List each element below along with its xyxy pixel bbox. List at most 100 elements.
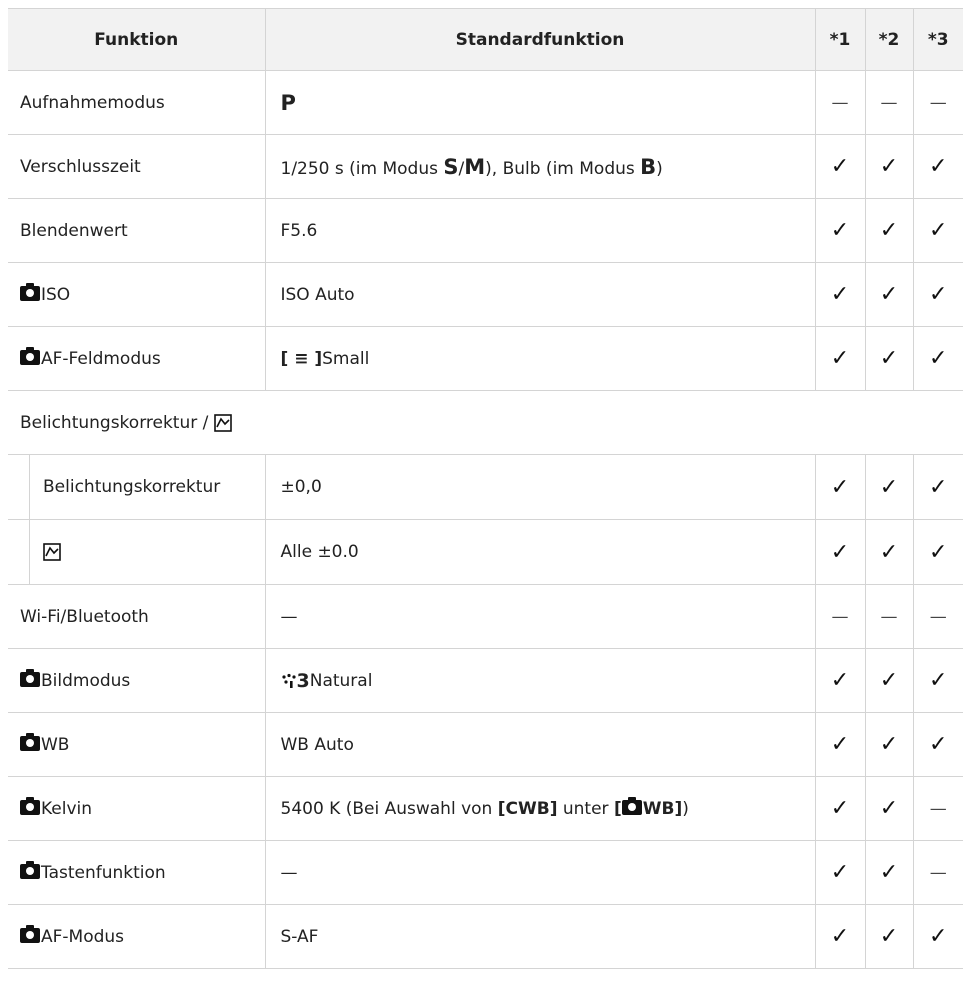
check-mark: ✓ xyxy=(814,519,865,585)
check-mark: ✓ xyxy=(912,198,963,263)
check-mark: ✓ xyxy=(912,134,963,199)
dash-mark: — xyxy=(912,70,963,135)
header-col2: *2 xyxy=(864,8,913,71)
camera-icon xyxy=(20,732,40,751)
table-row: Bildmodus 3Natural ✓ ✓ ✓ xyxy=(8,648,963,713)
row-value: S-AF xyxy=(264,904,815,969)
section-row: Belichtungskorrektur / xyxy=(8,390,963,455)
check-mark: ✓ xyxy=(864,134,913,199)
table-row: Belichtungskorrektur ±0,0 ✓ ✓ ✓ xyxy=(8,454,963,520)
row-label: Verschlusszeit xyxy=(8,134,265,199)
dash-mark: — xyxy=(912,584,963,649)
check-mark: ✓ xyxy=(912,519,963,585)
row-value: — xyxy=(264,584,815,649)
check-mark: ✓ xyxy=(912,712,963,777)
table-row: AF-Modus S-AF ✓ ✓ ✓ xyxy=(8,904,963,969)
section-label-cell: Belichtungskorrektur / xyxy=(8,390,963,455)
dash-mark: — xyxy=(864,584,913,649)
row-label: Kelvin xyxy=(41,798,93,819)
table-row: Kelvin 5400 K (Bei Auswahl von [CWB] unt… xyxy=(8,776,963,841)
table-row: Aufnahmemodus P — — — xyxy=(8,70,963,135)
value-text: 5400 K (Bei Auswahl von xyxy=(280,798,498,819)
row-label-cell: Kelvin xyxy=(8,776,265,841)
mode-s: S xyxy=(443,154,459,179)
row-value: Alle ±0.0 xyxy=(264,519,815,585)
row-label-cell: ISO xyxy=(8,262,265,327)
row-label: Blendenwert xyxy=(8,198,265,263)
dash-mark: — xyxy=(814,584,865,649)
check-mark: ✓ xyxy=(864,712,913,777)
table-header: Funktion Standardfunktion *1 *2 *3 xyxy=(8,8,963,71)
value-text: 1/250 s (im Modus xyxy=(280,158,444,179)
row-value: ISO Auto xyxy=(264,262,815,327)
camera-icon xyxy=(20,346,40,365)
row-label: Wi-Fi/Bluetooth xyxy=(8,584,265,649)
table-row: Wi-Fi/Bluetooth — — — — xyxy=(8,584,963,649)
check-mark: ✓ xyxy=(864,262,913,327)
camera-icon xyxy=(20,668,40,687)
camera-icon xyxy=(20,796,40,815)
camera-icon xyxy=(20,924,40,943)
check-mark: ✓ xyxy=(864,648,913,713)
table-row: Verschlusszeit 1/250 s (im Modus S/M), B… xyxy=(8,134,963,199)
mode-b: B xyxy=(640,154,657,179)
header-funktion: Funktion xyxy=(8,8,265,71)
row-value: WB Auto xyxy=(264,712,815,777)
value-text: Small xyxy=(322,348,370,369)
check-mark: ✓ xyxy=(814,712,865,777)
row-label: Aufnahmemodus xyxy=(8,70,265,135)
camera-icon xyxy=(20,282,40,301)
row-label: AF-Modus xyxy=(41,926,125,947)
picture-mode-number: 3 xyxy=(296,669,310,692)
check-mark: ✓ xyxy=(912,454,963,520)
row-label-cell: WB xyxy=(8,712,265,777)
check-mark: ✓ xyxy=(814,198,865,263)
section-label: Belichtungskorrektur / xyxy=(20,412,214,433)
row-label-cell: AF-Modus xyxy=(8,904,265,969)
camera-icon xyxy=(20,860,40,879)
check-mark: ✓ xyxy=(814,648,865,713)
check-mark: ✓ xyxy=(912,326,963,391)
check-mark: ✓ xyxy=(814,776,865,841)
value-text: ), Bulb (im Modus xyxy=(485,158,641,179)
check-mark: ✓ xyxy=(864,454,913,520)
check-mark: ✓ xyxy=(864,326,913,391)
check-mark: ✓ xyxy=(912,262,963,327)
value-text: unter xyxy=(557,798,614,819)
dash-mark: — xyxy=(864,70,913,135)
row-label-cell: Bildmodus xyxy=(8,648,265,713)
row-label: WB xyxy=(41,734,70,755)
row-value: F5.6 xyxy=(264,198,815,263)
check-mark: ✓ xyxy=(912,904,963,969)
check-mark: ✓ xyxy=(864,840,913,905)
row-label: AF-Feldmodus xyxy=(41,348,161,369)
check-mark: ✓ xyxy=(814,134,865,199)
check-mark: ✓ xyxy=(814,262,865,327)
row-value: 1/250 s (im Modus S/M), Bulb (im Modus B… xyxy=(264,134,815,199)
check-mark: ✓ xyxy=(814,904,865,969)
picture-mode-icon xyxy=(281,673,296,688)
row-label-cell xyxy=(8,519,265,585)
check-mark: ✓ xyxy=(814,840,865,905)
dash-mark: — xyxy=(814,70,865,135)
table-row: ISO ISO Auto ✓ ✓ ✓ xyxy=(8,262,963,327)
value-text: Natural xyxy=(309,670,373,691)
row-value: ±0,0 xyxy=(264,454,815,520)
row-value: P xyxy=(264,70,815,135)
value-text: ) xyxy=(682,798,689,819)
af-target-icon: [ ≡ ] xyxy=(280,348,323,369)
value-bold: [ xyxy=(613,798,622,819)
row-label-cell: Tastenfunktion xyxy=(8,840,265,905)
row-label: Belichtungskorrektur xyxy=(43,477,221,497)
tone-curve-icon xyxy=(213,413,232,432)
row-value: — xyxy=(264,840,815,905)
value-text: ) xyxy=(656,158,663,179)
table-row: Alle ±0.0 ✓ ✓ ✓ xyxy=(8,519,963,585)
dash-mark: — xyxy=(912,776,963,841)
row-value: [ ≡ ]Small xyxy=(264,326,815,391)
camera-icon xyxy=(621,796,642,815)
row-label-cell: Belichtungskorrektur xyxy=(8,454,265,520)
settings-table: Funktion Standardfunktion *1 *2 *3 Aufna… xyxy=(8,8,963,969)
row-label: Tastenfunktion xyxy=(41,862,166,883)
check-mark: ✓ xyxy=(912,648,963,713)
